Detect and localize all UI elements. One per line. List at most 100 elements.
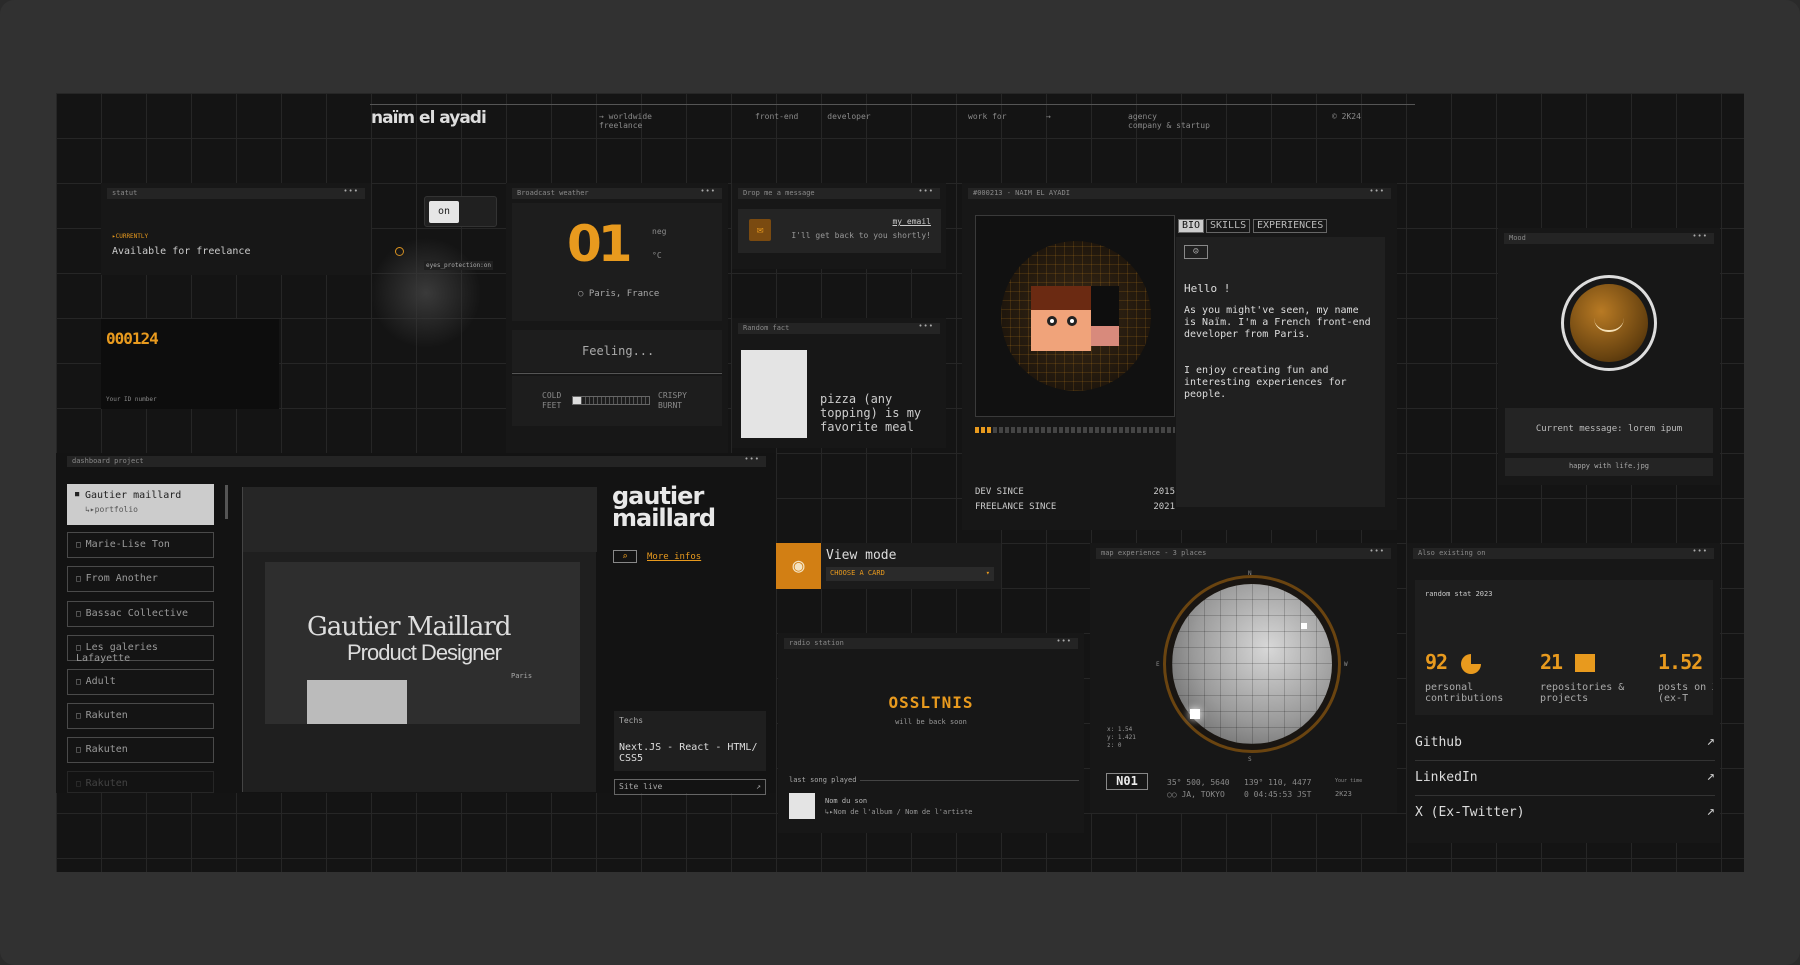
linkedin-link[interactable]: LinkedIn ↗ (1415, 762, 1715, 796)
project-item[interactable]: From Another (67, 566, 214, 592)
map-coord2: 139° 110, 4477 (1244, 778, 1312, 787)
more-icon[interactable]: ••• (1369, 187, 1385, 196)
mood-header: Mood ••• (1504, 232, 1714, 244)
eye-icon[interactable]: ◉ (776, 543, 821, 589)
project-item[interactable]: Les galeries Lafayette (67, 635, 214, 664)
github-link[interactable]: Github ↗ (1415, 727, 1715, 761)
compass-w: W (1344, 661, 1348, 668)
avatar-pink-block (1091, 326, 1119, 346)
map-time: 0 04:45:53 JST (1244, 790, 1312, 799)
stat-number: 92 (1425, 650, 1448, 674)
more-icon[interactable]: ••• (700, 187, 716, 196)
slider-cold: COLD FEET (542, 391, 562, 410)
message-panel[interactable]: ✉ my email I'll get back to you shortly! (738, 209, 941, 253)
project-item-active[interactable]: Gautier maillard ↳▸portfolio ■ (67, 484, 214, 525)
more-icon[interactable]: ••• (343, 187, 359, 196)
project-header: dashboard project ••• (67, 455, 766, 467)
more-icon[interactable]: ••• (918, 187, 934, 196)
tab-experiences[interactable]: EXPERIENCES (1253, 219, 1328, 233)
avatar (1031, 286, 1091, 351)
tab-skills[interactable]: SKILLS (1206, 219, 1251, 233)
eyes-label: eyes_protection:on (424, 261, 494, 270)
project-item[interactable]: Bassac Collective (67, 601, 214, 627)
mood-file: happy with life.jpg (1568, 462, 1650, 470)
bio-p2: I enjoy creating fun and interesting exp… (1184, 365, 1347, 400)
map-marker[interactable] (1190, 709, 1200, 719)
radio-logo: OSSLTNIS (888, 693, 974, 712)
song-title: Nom du son (825, 797, 868, 805)
status-header: statut ••• (107, 187, 365, 199)
dev-since: DEV SINCE 2015 (975, 487, 1175, 497)
project-card: dashboard project ••• Gautier maillard ↳▸… (56, 453, 776, 795)
map-xyz: x: 1.54 y: 1.421 z: 0 (1107, 726, 1136, 749)
feeling-slider[interactable] (572, 396, 650, 405)
stat-number: 1.52 (1658, 650, 1703, 674)
header-agency: agency company & startup (1128, 112, 1210, 130)
slider-handle[interactable] (573, 397, 581, 404)
project-item[interactable]: Rakuten (67, 703, 214, 729)
more-icon[interactable]: ••• (1369, 547, 1385, 556)
card-select[interactable]: CHOOSE A CARD ▾ (826, 567, 994, 581)
more-icon[interactable]: ••• (744, 455, 760, 464)
header-line (370, 104, 1415, 105)
stat-label: repositories & projects (1540, 682, 1625, 704)
message-text: I'll get back to you shortly! (791, 231, 931, 240)
screenshot-frame: naïm el ayadi → worldwide freelance front… (0, 0, 1800, 965)
avatar-eye (1067, 316, 1077, 326)
song-cover (789, 793, 815, 819)
preview-image: Gautier Maillard Product Designer Paris (265, 562, 580, 724)
more-icon[interactable]: ••• (1692, 232, 1708, 241)
square-icon (1575, 654, 1595, 672)
eyes-switch[interactable]: on (424, 196, 497, 227)
map-header: map experience - 3 places ••• (1096, 547, 1391, 559)
slider-crispy: CRISPY BURNT (658, 391, 687, 410)
freelance-since: FREELANCE SINCE 2021 (975, 502, 1175, 512)
arrow-up-right-icon: ↗ (1706, 768, 1715, 784)
site-live-button[interactable]: Site live ↗ (614, 779, 766, 795)
eyes-toggle-knob[interactable]: on (429, 201, 459, 223)
bio-p1: As you might've seen, my name is Naïm. I… (1184, 305, 1371, 340)
techs-panel: Techs Next.JS - React - HTML/ CSS5 (614, 711, 766, 771)
loading-bar (975, 427, 1175, 433)
bio-card: #000213 - NAIM EL AYADI ••• DEV SINCE 2015… (962, 183, 1397, 530)
project-scrollbar[interactable] (225, 485, 228, 519)
weather-neg: neg (652, 227, 667, 236)
view-mode-title: View mode (826, 548, 897, 563)
status-card: statut ••• ▸CURRENTLY Available for freel… (101, 183, 404, 275)
dot-icon: ■ (75, 490, 80, 498)
more-icon[interactable]: ••• (918, 322, 934, 331)
map-globe[interactable] (1172, 584, 1332, 744)
arrow-up-right-icon: ↗ (1706, 733, 1715, 749)
logo[interactable]: naïm el ayadi (371, 108, 487, 128)
more-icon[interactable]: ••• (1056, 637, 1072, 646)
twitter-link[interactable]: X (Ex-Twitter) ↗ (1415, 797, 1715, 831)
mood-face (1561, 275, 1657, 371)
mail-icon[interactable]: ✉ (749, 219, 771, 241)
project-item[interactable]: Marie-Lise Ton (67, 532, 214, 558)
map-marker[interactable] (1301, 623, 1307, 629)
social-card: Also existing on ••• random stat 2023 92 … (1407, 543, 1720, 843)
tab-bio[interactable]: BIO (1178, 219, 1205, 233)
smile-icon: ☺ (1184, 245, 1208, 259)
search-icon[interactable]: ⌕ (613, 550, 637, 563)
avatar-frame (975, 215, 1175, 417)
project-item[interactable]: Rakuten (67, 737, 214, 763)
preview-photo (307, 680, 407, 724)
more-infos-link[interactable]: More infos (647, 552, 701, 562)
map-card: map experience - 3 places ••• N S E W x: … (1090, 543, 1397, 813)
email-link[interactable]: my email (892, 217, 931, 226)
more-icon[interactable]: ••• (1692, 547, 1708, 556)
preview-top (243, 487, 597, 552)
project-item[interactable]: Adult (67, 669, 214, 695)
view-mode: ◉ View mode CHOOSE A CARD ▾ (776, 543, 1001, 589)
project-item[interactable]: Rakuten (67, 771, 214, 793)
mood-message: Current message: lorem ipum (1535, 424, 1683, 434)
message-header: Drop me a message ••• (738, 187, 940, 199)
radio-header: radio station ••• (784, 637, 1078, 649)
mood-file-panel: happy with life.jpg (1505, 458, 1713, 476)
weather-unit: °C (652, 251, 662, 260)
mood-message-panel: Current message: lorem ipum (1505, 408, 1713, 453)
external-link-icon: ↗ (756, 782, 761, 791)
status-text: Available for freelance (112, 246, 251, 257)
id-card: 000124 Your ID number (101, 319, 279, 409)
